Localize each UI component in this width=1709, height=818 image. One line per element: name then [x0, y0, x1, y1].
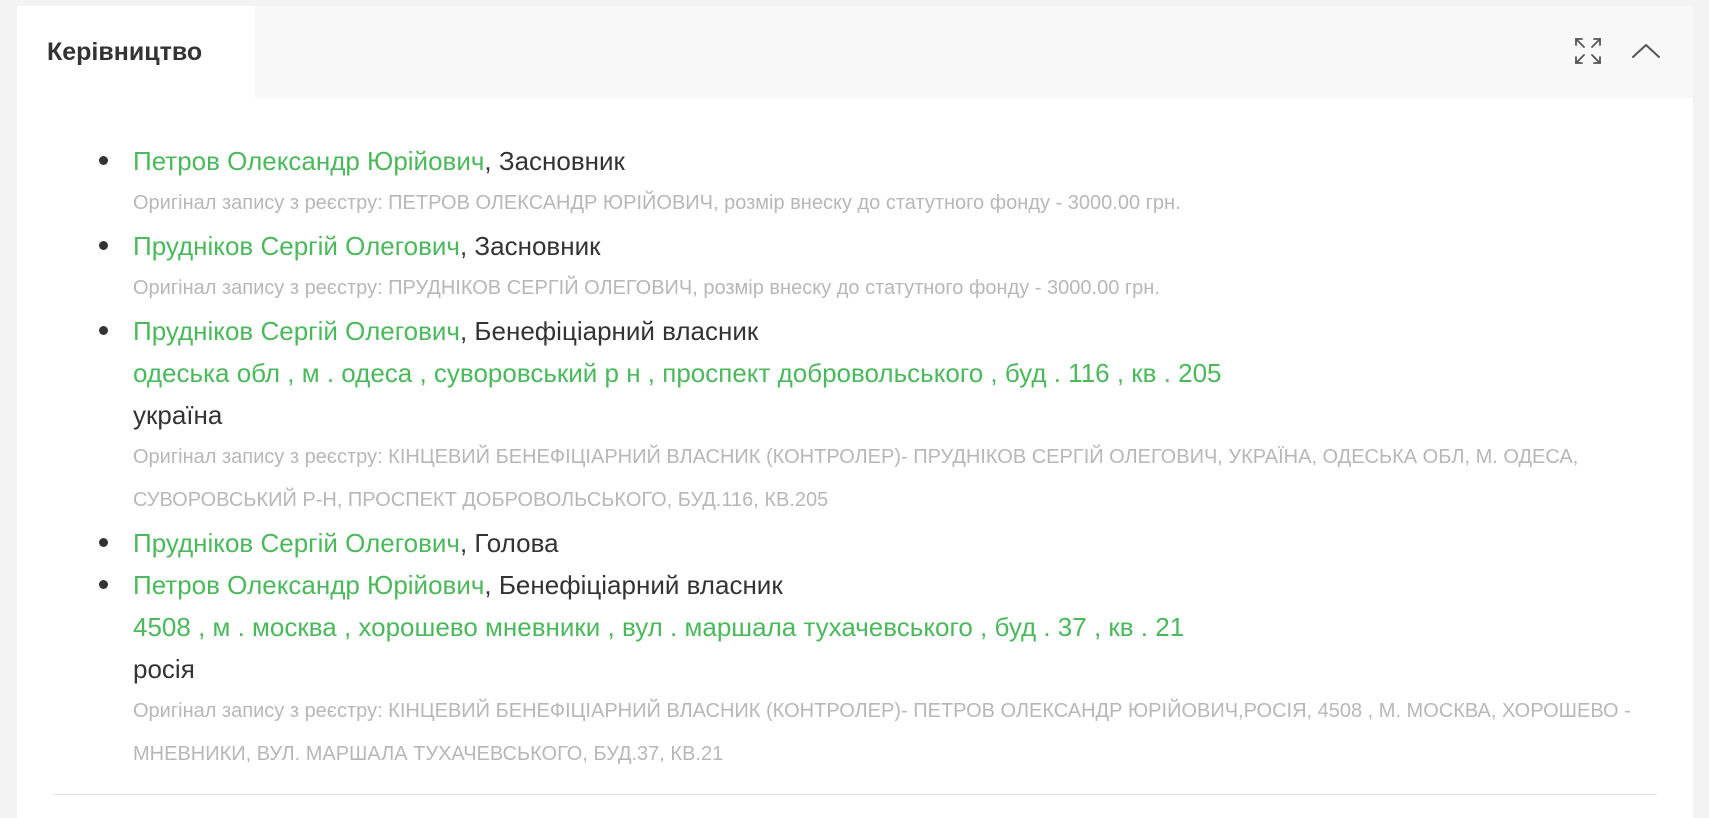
- registry-original: Оригінал запису з реєстру: КІНЦЕВИЙ БЕНЕ…: [133, 700, 1631, 765]
- list-item: Петров Олександр Юрійович, Засновник Ори…: [99, 140, 1659, 225]
- collapse-button[interactable]: [1629, 34, 1663, 68]
- person-line: Прудніков Сергій Олегович, Голова: [133, 522, 1659, 564]
- header-icons: [1571, 34, 1663, 68]
- person-name-link[interactable]: Прудніков Сергій Олегович: [133, 528, 460, 558]
- management-panel: Керівництво Петров Олександр Юрійович, З…: [17, 6, 1693, 818]
- expand-icon: [1575, 38, 1601, 64]
- chevron-up-icon: [1632, 44, 1660, 58]
- list-item: Петров Олександр Юрійович, Бенефіціарний…: [99, 564, 1659, 776]
- country: росія: [133, 654, 195, 684]
- panel-title: Керівництво: [47, 37, 203, 66]
- registry-original: Оригінал запису з реєстру: ПРУДНІКОВ СЕР…: [133, 277, 1160, 299]
- person-role: , Бенефіціарний власник: [459, 316, 759, 346]
- address-link[interactable]: одеська обл , м . одеса , суворовський р…: [133, 352, 1659, 394]
- person-role: , Засновник: [484, 146, 625, 176]
- person-name-link[interactable]: Петров Олександр Юрійович: [133, 146, 484, 176]
- registry-original: Оригінал запису з реєстру: ПЕТРОВ ОЛЕКСА…: [133, 192, 1181, 214]
- list-item: Прудніков Сергій Олегович, Голова: [99, 522, 1659, 564]
- list-item: Прудніков Сергій Олегович, Засновник Ори…: [99, 225, 1659, 310]
- divider: [53, 794, 1657, 795]
- person-name-link[interactable]: Прудніков Сергій Олегович: [133, 316, 460, 346]
- address-link[interactable]: 4508 , м . москва , хорошево мневники , …: [133, 606, 1659, 648]
- person-name-link[interactable]: Прудніков Сергій Олегович: [133, 231, 460, 261]
- person-line: Прудніков Сергій Олегович, Засновник: [133, 225, 1659, 267]
- person-role: , Засновник: [459, 231, 601, 261]
- panel-header: Керівництво: [17, 6, 1693, 98]
- registry-original: Оригінал запису з реєстру: КІНЦЕВИЙ БЕНЕ…: [133, 446, 1579, 511]
- tab-management[interactable]: Керівництво: [17, 6, 255, 98]
- people-list: Петров Олександр Юрійович, Засновник Ори…: [99, 140, 1659, 776]
- list-item: Прудніков Сергій Олегович, Бенефіціарний…: [99, 310, 1659, 522]
- person-name-link[interactable]: Петров Олександр Юрійович: [133, 570, 484, 600]
- person-line: Петров Олександр Юрійович, Засновник: [133, 140, 1659, 182]
- person-role: , Бенефіціарний власник: [484, 570, 783, 600]
- person-line: Прудніков Сергій Олегович, Бенефіціарний…: [133, 310, 1659, 352]
- person-line: Петров Олександр Юрійович, Бенефіціарний…: [133, 564, 1659, 606]
- expand-button[interactable]: [1571, 34, 1605, 68]
- country: україна: [133, 400, 223, 430]
- person-role: , Голова: [459, 528, 559, 558]
- panel-body: Петров Олександр Юрійович, Засновник Ори…: [17, 98, 1693, 776]
